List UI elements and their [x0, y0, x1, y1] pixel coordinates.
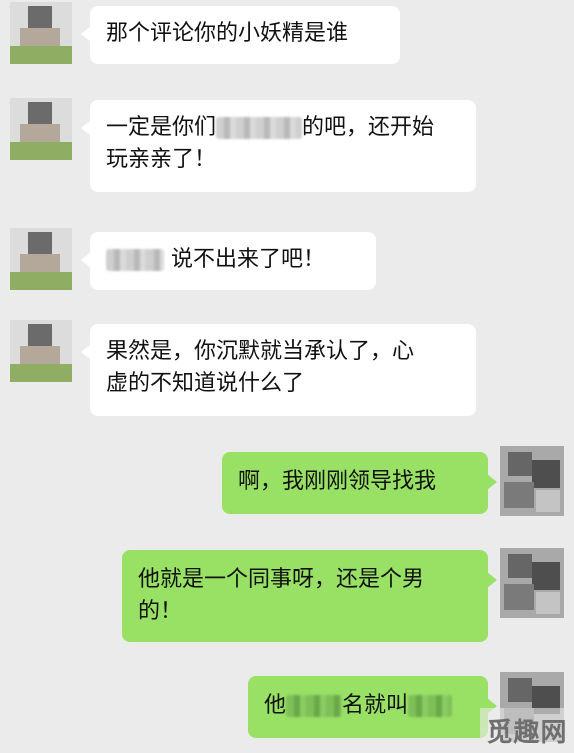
message-line: 玩亲亲了！ [106, 144, 460, 176]
outgoing-message-bubble[interactable]: 他 名就叫 [248, 676, 497, 738]
message-text: 的吧，还开始 [302, 115, 435, 140]
contact-avatar[interactable] [10, 320, 72, 382]
redacted-text [216, 117, 303, 139]
contact-avatar[interactable] [10, 2, 72, 64]
redacted-text [106, 249, 164, 271]
message-text: 那个评论你的小妖精是谁 [106, 21, 349, 46]
incoming-message-bubble[interactable]: 那个评论你的小妖精是谁 [81, 6, 400, 64]
message-text: 啊，我刚刚领导找我 [238, 469, 437, 494]
incoming-message-bubble[interactable]: 说不出来了吧！ [81, 232, 376, 290]
message-line: 果然是，你沉默就当承认了，心 [106, 339, 415, 364]
redacted-text [408, 695, 453, 717]
redacted-text [286, 695, 343, 717]
self-avatar[interactable] [500, 446, 564, 516]
message-text: 他 [264, 693, 287, 718]
message-text: 名就叫 [342, 693, 409, 718]
contact-avatar[interactable] [10, 228, 72, 290]
self-avatar[interactable] [500, 548, 564, 618]
message-text: 玩亲亲了！ [106, 147, 217, 172]
contact-avatar[interactable] [10, 98, 72, 160]
outgoing-message-bubble[interactable]: 啊，我刚刚领导找我 [222, 452, 497, 514]
message-line: 虚的不知道说什么了 [106, 371, 305, 396]
message-line: 的！ [138, 599, 183, 624]
message-text: 说不出来了吧！ [171, 247, 326, 272]
incoming-message-bubble[interactable]: 果然是，你沉默就当承认了，心 虚的不知道说什么了 [81, 324, 476, 416]
message-line: 一定是你们 的吧，还开始 [106, 112, 460, 144]
message-line: 他就是一个同事呀，还是个男 [138, 567, 425, 592]
incoming-message-bubble[interactable]: 一定是你们 的吧，还开始 玩亲亲了！ [81, 100, 476, 192]
watermark-logo: 觅趣网 [480, 708, 574, 753]
message-text: 一定是你们 [106, 115, 217, 140]
outgoing-message-bubble[interactable]: 他就是一个同事呀，还是个男 的！ [122, 550, 497, 642]
